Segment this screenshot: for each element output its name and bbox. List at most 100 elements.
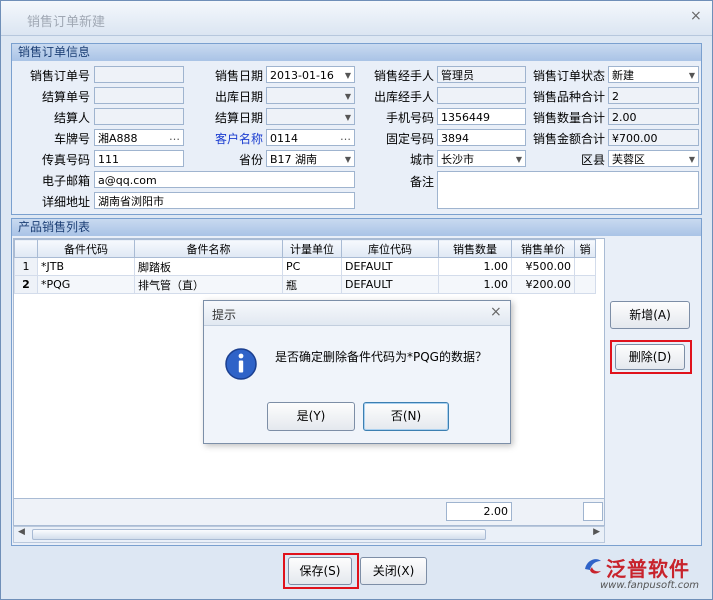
part-code-cell[interactable]: *JTB (37, 257, 135, 276)
add-button[interactable]: 新增(A) (610, 301, 690, 329)
dialog-message: 是否确定删除备件代码为*PQG的数据？ (275, 350, 487, 364)
order-status-value: 新建 (612, 69, 634, 82)
confirm-dialog: 提示 × 是否确定删除备件代码为*PQG的数据？ 是(Y) 否(N) (203, 300, 511, 444)
city-select[interactable]: 长沙市 ▼ (437, 150, 526, 167)
customer-label[interactable]: 客户名称 (201, 130, 263, 147)
qty-cell[interactable]: 1.00 (438, 275, 512, 294)
unit-cell[interactable]: 瓶 (282, 275, 342, 294)
table-row[interactable]: 1 *JTB 脚踏板 PC DEFAULT 1.00 ¥500.00 (14, 257, 596, 276)
row-index: 1 (14, 257, 38, 276)
qty-total-field: 2.00 (608, 108, 699, 125)
table-row[interactable]: 2 *PQG 排气管（直） 瓶 DEFAULT 1.00 ¥200.00 (14, 275, 596, 294)
close-icon[interactable]: × (690, 8, 702, 24)
brand-name: 泛普软件 (606, 557, 690, 581)
scroll-right-icon[interactable]: ▶ (593, 527, 600, 537)
city-value: 长沙市 (441, 153, 474, 166)
settler-label: 结算人 (53, 111, 90, 125)
province-select[interactable]: B17 湖南 ▼ (266, 150, 355, 167)
settle-no-label: 结算单号 (41, 90, 90, 104)
phone-label: 固定号码 (385, 132, 434, 146)
scroll-thumb[interactable] (32, 529, 486, 540)
district-select[interactable]: 芙蓉区 ▼ (608, 150, 699, 167)
province-label: 省份 (238, 153, 263, 167)
table-header-row: 备件代码 备件名称 计量单位 库位代码 销售数量 销售单价 销 (14, 239, 596, 258)
save-highlight-box (283, 553, 359, 589)
sales-manager-field[interactable]: 管理员 (437, 66, 526, 83)
settle-no-field[interactable] (94, 87, 184, 104)
dialog-close-icon[interactable]: × (490, 304, 502, 320)
column-header[interactable]: 销 (574, 239, 596, 258)
column-header[interactable]: 库位代码 (341, 239, 439, 258)
dropdown-arrow-icon[interactable]: ▼ (689, 67, 695, 82)
row-index: 2 (14, 275, 38, 294)
column-header[interactable]: 备件代码 (37, 239, 135, 258)
part-name-cell[interactable]: 排气管（直） (134, 275, 283, 294)
dropdown-arrow-icon[interactable]: ▼ (345, 151, 351, 166)
column-header[interactable]: 销售数量 (438, 239, 512, 258)
close-button[interactable]: 关闭(X) (360, 557, 427, 585)
plate-field[interactable]: 湘A888 … (94, 129, 184, 146)
yes-button[interactable]: 是(Y) (267, 402, 355, 431)
order-info-header: 销售订单信息 (12, 44, 701, 61)
qty-cell[interactable]: 1.00 (438, 257, 512, 276)
out-date-label: 出库日期 (214, 90, 263, 104)
out-handler-field[interactable] (437, 87, 526, 104)
brand-logo-icon (585, 559, 601, 574)
location-cell[interactable]: DEFAULT (341, 275, 439, 294)
ellipsis-icon[interactable]: … (340, 130, 351, 145)
ellipsis-icon[interactable]: … (169, 130, 180, 145)
address-label: 详细地址 (41, 195, 90, 209)
cut-cell (574, 275, 596, 294)
sale-date-field[interactable]: 2013-01-16 ▼ (266, 66, 355, 83)
fax-label: 传真号码 (41, 153, 90, 167)
title-bar: 销售订单新建 × (1, 1, 712, 36)
part-name-cell[interactable]: 脚踏板 (134, 257, 283, 276)
brand-url: www.fanpusoft.com (600, 580, 700, 591)
mobile-field[interactable]: 1356449 (437, 108, 526, 125)
scroll-left-icon[interactable]: ◀ (18, 527, 25, 537)
qty-total-label: 销售数量合计 (532, 111, 605, 125)
column-header[interactable]: 计量单位 (282, 239, 342, 258)
kinds-total-field: 2 (608, 87, 699, 104)
plate-value: 湘A888 (98, 132, 138, 145)
price-cell[interactable]: ¥200.00 (511, 275, 575, 294)
out-handler-label: 出库经手人 (373, 90, 434, 104)
address-field[interactable]: 湖南省浏阳市 (94, 192, 355, 209)
settle-date-field[interactable]: ▼ (266, 108, 355, 125)
sale-date-value: 2013-01-16 (270, 69, 334, 82)
location-cell[interactable]: DEFAULT (341, 257, 439, 276)
dropdown-arrow-icon[interactable]: ▼ (516, 151, 522, 166)
no-button[interactable]: 否(N) (363, 402, 449, 431)
city-label: 城市 (409, 153, 434, 167)
product-table: 备件代码 备件名称 计量单位 库位代码 销售数量 销售单价 销 1 *JTB 脚… (14, 239, 596, 294)
dropdown-arrow-icon[interactable]: ▼ (689, 151, 695, 166)
customer-field[interactable]: 0114 … (266, 129, 355, 146)
delete-highlight-box (610, 340, 692, 374)
price-cell[interactable]: ¥500.00 (511, 257, 575, 276)
dropdown-arrow-icon[interactable]: ▼ (345, 88, 351, 103)
summary-qty: 2.00 (446, 502, 512, 521)
settler-field[interactable] (94, 108, 184, 125)
dropdown-arrow-icon[interactable]: ▼ (345, 109, 351, 124)
part-code-cell[interactable]: *PQG (37, 275, 135, 294)
order-no-field[interactable] (94, 66, 184, 83)
out-date-field[interactable]: ▼ (266, 87, 355, 104)
cut-cell (574, 257, 596, 276)
window-title: 销售订单新建 (27, 15, 106, 30)
column-header[interactable] (14, 239, 38, 258)
fax-field[interactable]: 111 (94, 150, 184, 167)
column-header[interactable]: 销售单价 (511, 239, 575, 258)
remark-textarea[interactable] (437, 171, 699, 209)
dropdown-arrow-icon[interactable]: ▼ (345, 67, 351, 82)
horizontal-scrollbar[interactable]: ◀ ▶ (13, 526, 605, 543)
order-no-label: 销售订单号 (29, 69, 90, 83)
customer-value: 0114 (270, 132, 298, 145)
order-status-select[interactable]: 新建 ▼ (608, 66, 699, 83)
column-header[interactable]: 备件名称 (134, 239, 283, 258)
phone-field[interactable]: 3894 (437, 129, 526, 146)
amount-total-label: 销售金额合计 (532, 132, 605, 146)
summary-next-cell (583, 502, 603, 521)
email-field[interactable]: a@qq.com (94, 171, 355, 188)
unit-cell[interactable]: PC (282, 257, 342, 276)
kinds-total-label: 销售品种合计 (532, 90, 605, 104)
